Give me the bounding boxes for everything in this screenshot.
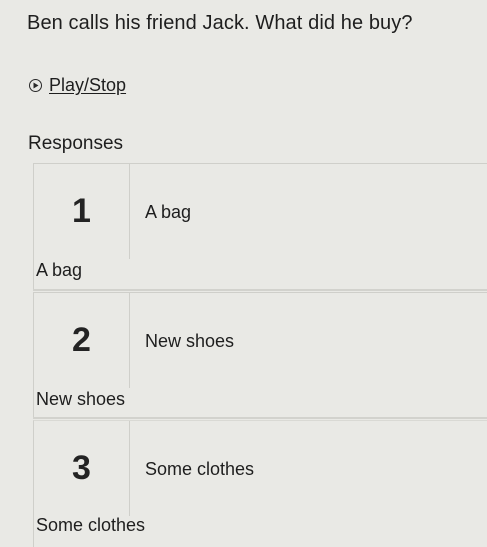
option-text: New shoes	[145, 331, 235, 351]
response-option-3[interactable]: 3 Some clothes Some clothes	[33, 420, 487, 547]
option-number: 3	[34, 421, 130, 516]
response-option-1[interactable]: 1 A bag A bag	[33, 163, 487, 290]
question-text: Ben calls his friend Jack. What did he b…	[27, 12, 413, 34]
option-number: 1	[34, 164, 130, 259]
option-caption: New shoes	[36, 389, 126, 409]
divider	[33, 417, 487, 419]
option-text: Some clothes	[145, 459, 255, 479]
option-text: A bag	[145, 202, 192, 222]
divider	[33, 289, 487, 291]
response-option-2[interactable]: 2 New shoes New shoes	[33, 292, 487, 419]
option-number: 2	[34, 293, 130, 388]
responses-heading: Responses	[28, 133, 124, 154]
play-stop-button[interactable]: Play/Stop	[29, 75, 126, 96]
play-stop-label: Play/Stop	[49, 75, 127, 95]
option-caption: A bag	[36, 260, 83, 280]
play-circle-icon	[29, 79, 42, 92]
